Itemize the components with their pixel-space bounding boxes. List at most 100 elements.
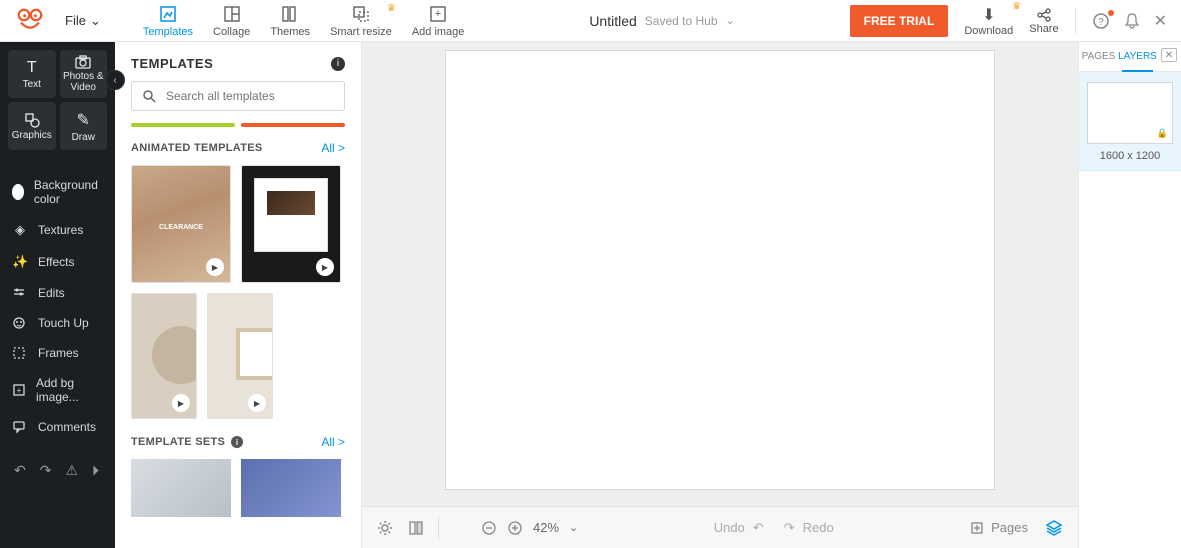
all-link[interactable]: All > (321, 141, 345, 155)
search-icon (142, 89, 156, 103)
svg-text:+: + (435, 8, 441, 20)
info-icon[interactable]: i (331, 57, 345, 71)
add-page-icon (969, 520, 985, 536)
zoom-controls: 42% ⌄ (481, 520, 578, 536)
mirror-icon[interactable] (408, 519, 424, 537)
lock-icon: 🔒 (1157, 128, 1168, 139)
frames-icon (12, 346, 28, 360)
bottom-bar: 42% ⌄ Undo ↶ ↷ Redo Pages (362, 506, 1078, 548)
redo-button[interactable]: ↷ Redo (784, 520, 834, 536)
layers-tab[interactable]: LAYERS (1118, 42, 1157, 71)
bell-icon[interactable] (1124, 12, 1140, 29)
background-color-item[interactable]: Background color (0, 170, 115, 214)
undo-icon: ↶ (753, 520, 764, 536)
info-icon[interactable]: i (231, 436, 243, 448)
search-input[interactable] (166, 89, 334, 103)
top-bar: File ⌄ Templates Collage Themes ♛ Smart … (0, 0, 1181, 42)
thumb-grid: CLEARANCE ▶ ▶ ▶ ▶ (115, 165, 361, 435)
page-dimensions: 1600 x 1200 (1079, 150, 1181, 162)
pages-label: Pages (991, 520, 1028, 535)
textures-item[interactable]: ◈ Textures (0, 214, 115, 246)
free-trial-button[interactable]: FREE TRIAL (850, 5, 949, 37)
bar-orange (241, 123, 345, 127)
section-row: TEMPLATE SETSi All > (115, 435, 361, 449)
panel-title: TEMPLATES (131, 56, 213, 71)
photos-video-button[interactable]: Photos & Video (60, 50, 108, 98)
chevron-down-icon[interactable]: ⌄ (569, 521, 578, 534)
redo-icon[interactable]: ↷ (40, 462, 52, 479)
frame (236, 328, 273, 380)
zoom-out-icon[interactable] (481, 520, 497, 536)
redo-icon: ↷ (784, 520, 795, 536)
app-logo[interactable] (12, 3, 47, 38)
edits-label: Edits (38, 286, 65, 300)
draw-button[interactable]: ✎ Draw (60, 102, 108, 150)
gear-icon[interactable] (376, 519, 394, 537)
themes-tool[interactable]: Themes (260, 1, 320, 41)
rp-tabs: PAGES LAYERS ✕ (1079, 42, 1181, 72)
frames-item[interactable]: Frames (0, 338, 115, 368)
zoom-level[interactable]: 42% (533, 520, 559, 535)
text-icon: T (27, 59, 37, 77)
comments-item[interactable]: Comments (0, 412, 115, 442)
thumb-inner (254, 178, 328, 252)
template-set-thumb[interactable] (131, 459, 231, 517)
warning-icon[interactable]: ⚠ (65, 462, 78, 479)
comments-icon (12, 420, 28, 434)
template-set-thumb[interactable] (241, 459, 341, 517)
add-bg-image-item[interactable]: + Add bg image... (0, 368, 115, 412)
download-button[interactable]: ⬇ ♛ Download (964, 5, 1013, 37)
collage-tool[interactable]: Collage (203, 1, 260, 41)
pages-tab[interactable]: PAGES (1079, 42, 1118, 71)
smart-resize-tool[interactable]: ♛ Smart resize (320, 1, 402, 41)
smart-resize-icon (351, 4, 371, 24)
flag-icon[interactable]: ⏵ (92, 462, 99, 479)
file-menu[interactable]: File ⌄ (65, 13, 101, 29)
canvas[interactable] (445, 50, 995, 490)
close-icon[interactable]: ✕ (1154, 11, 1167, 31)
template-search[interactable] (131, 81, 345, 111)
thumb-text: CLEARANCE (132, 224, 230, 231)
help-icon[interactable]: ? (1092, 12, 1110, 30)
main-area: ‹ T Text Photos & Video Graphics ✎ Draw (0, 42, 1181, 548)
panel-close-icon[interactable]: ✕ (1161, 48, 1177, 62)
undo-label: Undo (714, 520, 745, 535)
templates-icon (158, 4, 178, 24)
template-thumb[interactable]: ▶ (207, 293, 273, 419)
share-button[interactable]: Share (1029, 7, 1058, 35)
add-image-icon: + (428, 4, 448, 24)
graphics-button[interactable]: Graphics (8, 102, 56, 150)
text-label: Text (23, 79, 41, 90)
undo-button[interactable]: Undo ↶ (714, 520, 764, 536)
chevron-down-icon: ⌄ (726, 14, 735, 27)
bb-left (376, 519, 424, 537)
collapse-handle[interactable]: ‹ (105, 70, 125, 90)
canvas-viewport[interactable] (362, 42, 1078, 506)
template-thumb[interactable]: CLEARANCE ▶ (131, 165, 231, 283)
text-button[interactable]: T Text (8, 50, 56, 98)
saved-status[interactable]: Saved to Hub (645, 14, 718, 28)
pages-button[interactable]: Pages (969, 520, 1028, 536)
zoom-in-icon[interactable] (507, 520, 523, 536)
undo-icon[interactable]: ↶ (14, 462, 26, 479)
panel-scroll[interactable]: ANIMATED TEMPLATES All > CLEARANCE ▶ ▶ (115, 123, 361, 548)
edits-item[interactable]: Edits (0, 278, 115, 308)
templates-tool[interactable]: Templates (133, 1, 203, 41)
page-thumbnail[interactable]: 🔒 (1087, 82, 1173, 144)
smart-resize-label: Smart resize (330, 26, 392, 38)
template-thumb[interactable]: ▶ (131, 293, 197, 419)
document-title[interactable]: Untitled (589, 13, 636, 29)
template-thumb[interactable]: ▶ (241, 165, 341, 283)
download-icon: ⬇ (982, 5, 995, 25)
effects-item[interactable]: ✨ Effects (0, 246, 115, 278)
download-label: Download (964, 25, 1013, 37)
templates-panel: TEMPLATES i ANIMATED TEMPLATES All > CLE… (115, 42, 362, 548)
add-image-tool[interactable]: + Add image (402, 1, 475, 41)
page-item[interactable]: 🔒 1600 x 1200 (1079, 72, 1181, 171)
sets-section-title: TEMPLATE SETSi (131, 436, 243, 449)
layers-icon[interactable] (1044, 518, 1064, 538)
all-link[interactable]: All > (321, 435, 345, 449)
touch-up-item[interactable]: Touch Up (0, 308, 115, 338)
touch-up-label: Touch Up (38, 316, 89, 330)
bb-right: Pages (969, 518, 1064, 538)
